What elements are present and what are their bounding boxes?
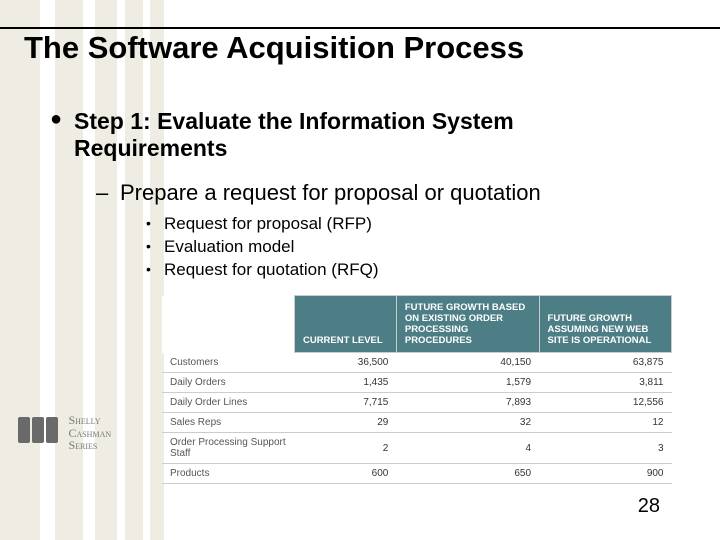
table-cell: 4 (396, 433, 539, 464)
row-label: Sales Reps (162, 413, 294, 433)
step-item: • Request for quotation (RFQ) (164, 260, 378, 280)
page-number: 28 (638, 495, 660, 518)
header-rule (0, 27, 720, 29)
row-label: Products (162, 464, 294, 484)
logo-bars-icon (18, 417, 60, 448)
table-header-cell (162, 296, 294, 353)
table-cell: 1,435 (294, 373, 396, 393)
step-item-text: Request for quotation (RFQ) (164, 260, 378, 279)
step-heading-text: Step 1: Evaluate the Information System … (74, 108, 514, 161)
table-cell: 7,715 (294, 393, 396, 413)
table-row: Daily Order Lines 7,715 7,893 12,556 (162, 393, 672, 413)
bullet-small-icon: • (146, 238, 151, 254)
requirements-table: CURRENT LEVEL FUTURE GROWTH BASED ON EXI… (162, 295, 672, 484)
table-cell: 32 (396, 413, 539, 433)
table-row: Customers 36,500 40,150 63,875 (162, 353, 672, 373)
series-logo: Shelly Cashman Series (18, 414, 138, 452)
dash-icon: – (96, 180, 108, 206)
table-cell: 2 (294, 433, 396, 464)
table-cell: 29 (294, 413, 396, 433)
row-label: Daily Orders (162, 373, 294, 393)
table-cell: 3,811 (539, 373, 671, 393)
table-header-cell: FUTURE GROWTH BASED ON EXISTING ORDER PR… (396, 296, 539, 353)
table-cell: 900 (539, 464, 671, 484)
row-label: Daily Order Lines (162, 393, 294, 413)
row-label: Customers (162, 353, 294, 373)
table-cell: 3 (539, 433, 671, 464)
table-row: Sales Reps 29 32 12 (162, 413, 672, 433)
table-cell: 12,556 (539, 393, 671, 413)
step-item-text: Evaluation model (164, 237, 294, 256)
step-subheading: – Prepare a request for proposal or quot… (120, 180, 680, 206)
table-row: Order Processing Support Staff 2 4 3 (162, 433, 672, 464)
logo-text: Shelly Cashman Series (68, 414, 111, 452)
table-cell: 7,893 (396, 393, 539, 413)
table-cell: 12 (539, 413, 671, 433)
bullet-icon: ● (50, 108, 62, 131)
table-cell: 36,500 (294, 353, 396, 373)
table-cell: 40,150 (396, 353, 539, 373)
step-item: • Evaluation model (164, 237, 294, 257)
table-cell: 650 (396, 464, 539, 484)
step-heading: ● Step 1: Evaluate the Information Syste… (74, 108, 654, 162)
bullet-small-icon: • (146, 215, 151, 231)
slide-title: The Software Acquisition Process (24, 30, 524, 66)
table-cell: 600 (294, 464, 396, 484)
bullet-small-icon: • (146, 261, 151, 277)
step-subheading-text: Prepare a request for proposal or quotat… (120, 180, 541, 205)
table-header-cell: CURRENT LEVEL (294, 296, 396, 353)
table-header-row: CURRENT LEVEL FUTURE GROWTH BASED ON EXI… (162, 296, 672, 353)
step-item-text: Request for proposal (RFP) (164, 214, 372, 233)
table-row: Daily Orders 1,435 1,579 3,811 (162, 373, 672, 393)
table-cell: 63,875 (539, 353, 671, 373)
table-cell: 1,579 (396, 373, 539, 393)
table-header-cell: FUTURE GROWTH ASSUMING NEW WEB SITE IS O… (539, 296, 671, 353)
table-row: Products 600 650 900 (162, 464, 672, 484)
row-label: Order Processing Support Staff (162, 433, 294, 464)
step-item: • Request for proposal (RFP) (164, 214, 372, 234)
